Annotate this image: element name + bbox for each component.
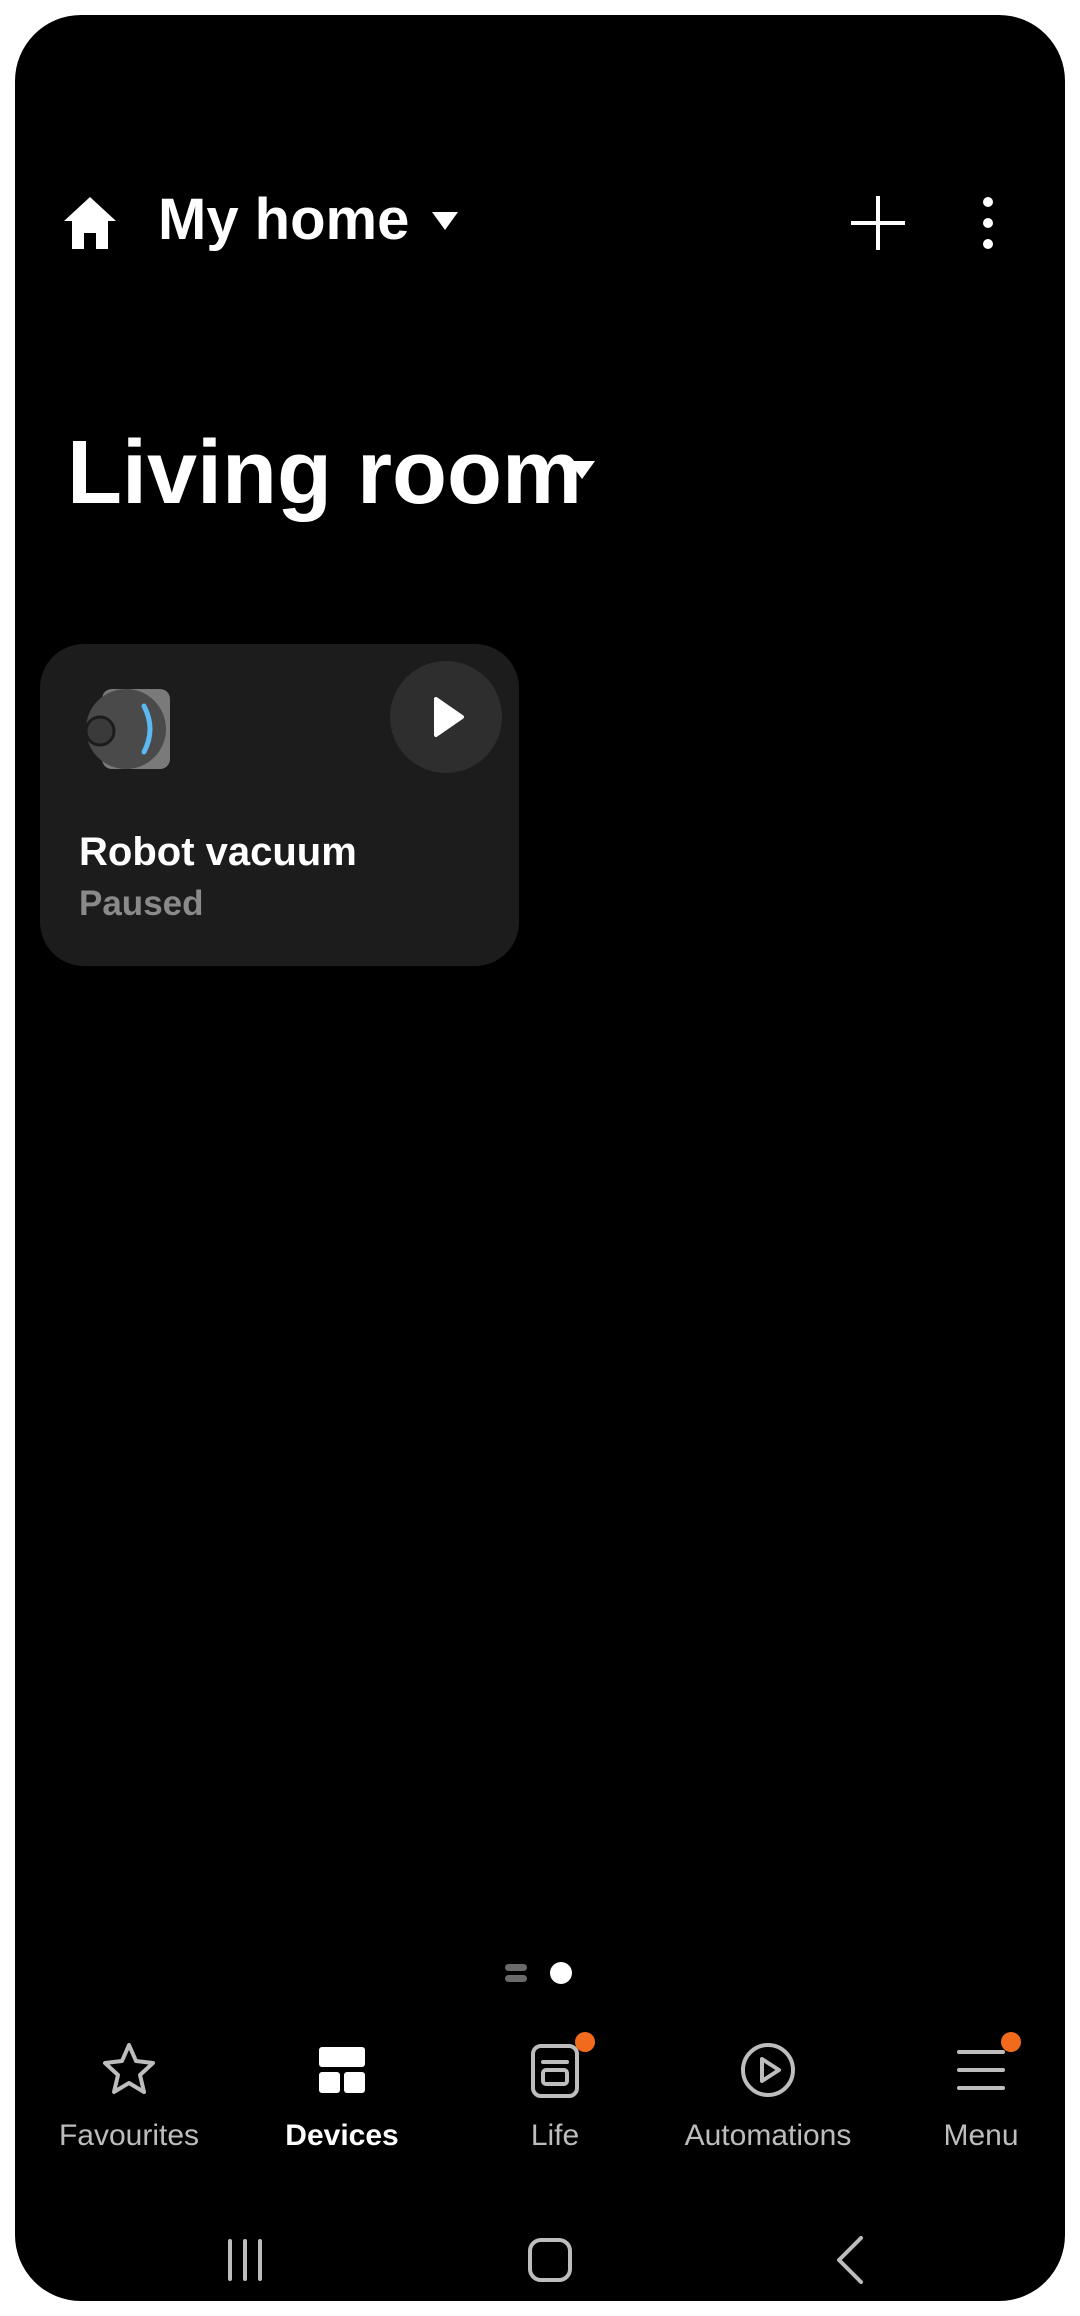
play-icon (434, 697, 464, 737)
nav-label-menu: Menu (943, 2119, 1019, 2152)
home-outline-icon[interactable] (515, 2225, 585, 2295)
home-selector[interactable]: My home (158, 187, 409, 253)
caret-down-icon[interactable] (430, 210, 460, 232)
room-selector[interactable]: Living room (67, 423, 582, 523)
nav-label-automations: Automations (684, 2119, 852, 2152)
life-icon (531, 2044, 579, 2098)
system-navigation-bar (15, 2225, 1065, 2295)
menu-icon (957, 2050, 1005, 2090)
device-status: Paused (79, 884, 204, 923)
header: My home (15, 175, 1065, 275)
nav-devices[interactable]: Devices (242, 2040, 442, 2170)
plus-icon[interactable] (845, 190, 911, 256)
device-name: Robot vacuum (79, 830, 357, 874)
home-icon[interactable] (60, 193, 120, 253)
back-icon[interactable] (815, 2225, 885, 2295)
nav-menu[interactable]: Menu (881, 2032, 1065, 2170)
page-indicator-list-dot (505, 1964, 527, 1971)
nav-label-favourites: Favourites (58, 2119, 200, 2152)
page-indicator-current-dot (550, 1962, 572, 1984)
nav-automations[interactable]: Automations (668, 2040, 868, 2170)
nav-life[interactable]: Life (455, 2032, 655, 2170)
page-indicator[interactable] (505, 1958, 585, 1988)
more-vertical-icon[interactable] (970, 190, 1006, 256)
nav-label-devices: Devices (285, 2119, 399, 2152)
room-caret-down-icon[interactable] (567, 459, 597, 481)
star-icon (103, 2043, 155, 2094)
device-card-robot-vacuum[interactable]: Robot vacuum Paused (40, 644, 519, 966)
robot-vacuum-icon (84, 689, 170, 769)
nav-label-life: Life (530, 2119, 580, 2152)
phone-screen: My home Living room Robot vacuum Paused … (15, 15, 1065, 2301)
menu-notification-badge (1001, 2032, 1021, 2052)
play-button[interactable] (390, 661, 502, 773)
automations-play-icon (741, 2043, 795, 2097)
life-notification-badge (575, 2032, 595, 2052)
recents-icon[interactable] (210, 2225, 280, 2295)
nav-favourites[interactable]: Favourites (29, 2040, 229, 2170)
devices-grid-icon (319, 2047, 365, 2093)
bottom-nav: Favourites Devices Life Automations Menu (15, 2032, 1065, 2170)
